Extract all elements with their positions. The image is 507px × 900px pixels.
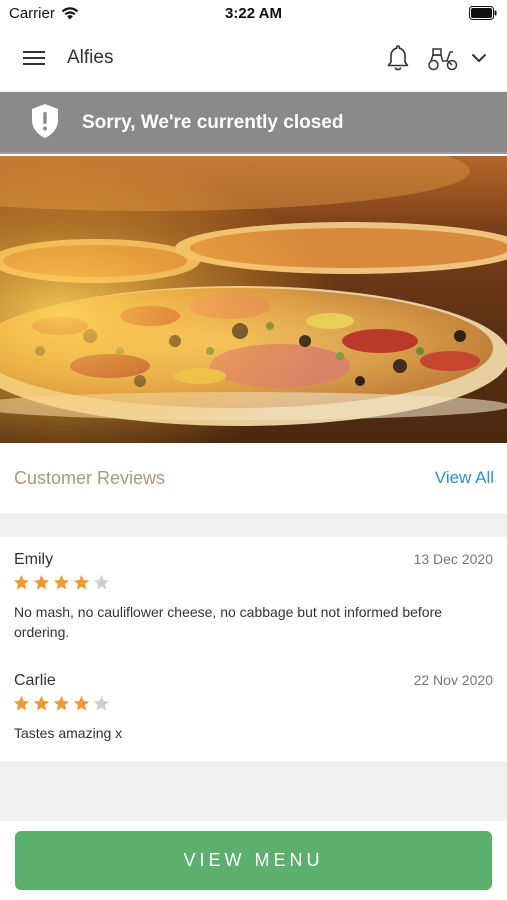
star-filled-icon [33, 695, 50, 711]
star-filled-icon [13, 695, 30, 711]
section-divider [0, 761, 507, 821]
review-date: 22 Nov 2020 [413, 672, 493, 688]
reviewer-name: Emily [14, 551, 54, 568]
battery-icon [469, 6, 497, 20]
view-all-link[interactable]: View All [435, 468, 494, 488]
pizza-image [0, 156, 507, 443]
star-filled-icon [53, 695, 70, 711]
star-filled-icon [73, 695, 90, 711]
status-bar: Carrier 3:22 AM [0, 0, 507, 26]
status-time: 3:22 AM [225, 5, 282, 22]
reviews-list: Emily 13 Dec 2020 No mash, no cauliflowe… [0, 537, 507, 761]
closed-banner: Sorry, We're currently closed [0, 92, 507, 154]
star-filled-icon [73, 574, 90, 590]
closed-message: Sorry, We're currently closed [82, 112, 344, 133]
star-rating [13, 574, 110, 591]
page-title: Alfies [67, 47, 114, 68]
reviews-title: Customer Reviews [14, 468, 166, 488]
star-empty-icon [93, 695, 110, 711]
bell-icon[interactable] [386, 44, 410, 72]
star-filled-icon [53, 574, 70, 590]
shield-alert-icon [32, 104, 58, 138]
restaurant-hero-image [0, 156, 507, 443]
star-empty-icon [93, 574, 110, 590]
review-date: 13 Dec 2020 [413, 551, 493, 567]
bottom-action-bar: VIEW MENU [0, 821, 507, 900]
view-menu-button[interactable]: VIEW MENU [15, 831, 492, 890]
app-header: Alfies [0, 26, 507, 92]
star-filled-icon [33, 574, 50, 590]
menu-icon[interactable] [22, 48, 46, 68]
reviews-header: Customer Reviews View All [0, 443, 507, 513]
review-text: Tastes amazing x [14, 725, 123, 741]
star-filled-icon [13, 574, 30, 590]
chevron-down-icon[interactable] [470, 50, 488, 66]
reviewer-name: Carlie [14, 672, 56, 689]
section-divider [0, 513, 507, 537]
scooter-icon[interactable] [427, 46, 459, 72]
star-rating [13, 695, 110, 712]
review-text: No mash, no cauliflower cheese, no cabba… [14, 604, 443, 640]
